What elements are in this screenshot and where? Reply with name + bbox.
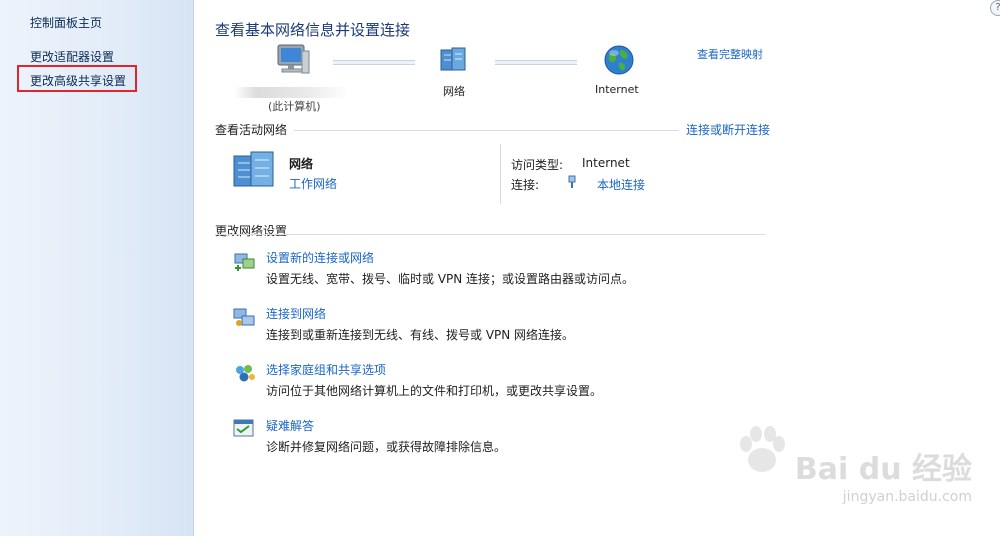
paw-logo-icon — [740, 426, 785, 472]
connect-to-network-link[interactable]: 连接到网络 — [266, 305, 326, 322]
local-connection-link[interactable]: 本地连接 — [597, 176, 645, 193]
connect-disconnect-link[interactable]: 连接或断开连接 — [686, 121, 770, 138]
ethernet-plug-icon — [568, 175, 576, 188]
access-type-value: Internet — [582, 156, 630, 170]
homegroup-sharing-link[interactable]: 选择家庭组和共享选项 — [266, 361, 386, 378]
vertical-divider — [500, 144, 501, 204]
section-divider — [215, 234, 765, 235]
setup-new-connection-desc: 设置无线、宽带、拨号、临时或 VPN 连接；或设置路由器或访问点。 — [266, 272, 635, 286]
work-network-icon — [233, 151, 274, 187]
page-title: 查看基本网络信息并设置连接 — [215, 21, 411, 39]
map-connector-line — [495, 60, 577, 65]
change-adapter-settings-link[interactable]: 更改适配器设置 — [30, 48, 114, 65]
control-panel-home-link[interactable]: 控制面板主页 — [30, 14, 102, 31]
network-node-label: 网络 — [443, 85, 465, 98]
watermark-url: jingyan.baidu.com — [842, 489, 972, 505]
this-computer-label: (此计算机) — [268, 100, 321, 113]
new-connection-icon — [234, 253, 255, 271]
connect-to-network-icon — [233, 308, 255, 326]
access-type-label: 访问类型: — [511, 158, 564, 172]
troubleshoot-icon — [233, 419, 254, 437]
network-type-link[interactable]: 工作网络 — [289, 175, 337, 192]
help-icon[interactable]: ? — [990, 0, 1000, 16]
active-network-name: 网络 — [289, 157, 314, 171]
setup-new-connection-link[interactable]: 设置新的连接或网络 — [266, 249, 374, 266]
homegroup-sharing-icon — [236, 365, 255, 382]
troubleshoot-link[interactable]: 疑难解答 — [266, 417, 314, 434]
view-full-map-link[interactable]: 查看完整映射 — [697, 46, 763, 62]
map-connector-line — [333, 60, 415, 65]
network-icon — [440, 47, 466, 71]
computer-icon — [277, 44, 310, 74]
homegroup-sharing-desc: 访问位于其他网络计算机上的文件和打印机，或更改共享设置。 — [266, 384, 603, 398]
watermark-brand: Bai du 经验 — [794, 452, 972, 487]
active-networks-heading: 查看活动网络 — [215, 123, 288, 137]
section-divider — [294, 130, 679, 131]
annotation-highlight-box — [17, 65, 137, 92]
connect-to-network-desc: 连接到或重新连接到无线、有线、拨号或 VPN 网络连接。 — [266, 328, 575, 342]
change-settings-heading: 更改网络设置 — [215, 224, 288, 238]
navigation-pane: 控制面板主页 更改适配器设置 更改高级共享设置 — [0, 0, 194, 536]
connection-label: 连接: — [511, 178, 540, 192]
internet-globe-icon — [604, 45, 634, 75]
internet-node-label: Internet — [595, 83, 639, 96]
redacted-computer-name — [234, 87, 349, 98]
troubleshoot-desc: 诊断并修复网络问题，或获得故障排除信息。 — [266, 440, 507, 454]
